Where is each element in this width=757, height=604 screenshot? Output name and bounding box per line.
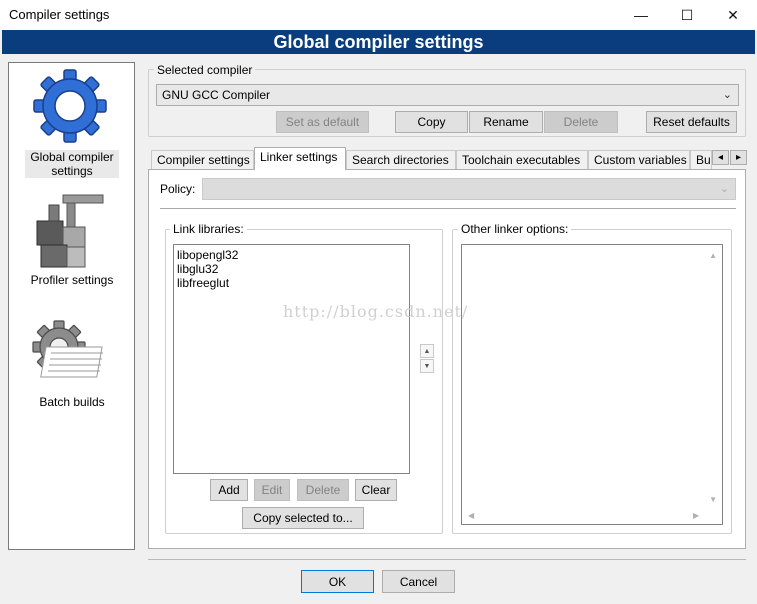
tab-compiler-settings[interactable]: Compiler settings <box>151 150 254 169</box>
selected-compiler-label: Selected compiler <box>154 63 256 77</box>
link-libraries-list[interactable]: libopengl32 libglu32 libfreeglut <box>173 244 410 474</box>
arrow-left-icon: ◂ <box>717 152 724 163</box>
move-up-button[interactable]: ▲ <box>420 344 434 358</box>
sidebar-item-global-compiler[interactable]: Global compiler settings <box>9 63 134 183</box>
minimize-button[interactable]: — <box>618 0 664 30</box>
cancel-button[interactable]: Cancel <box>382 570 455 593</box>
tab-custom-variables[interactable]: Custom variables <box>588 150 690 169</box>
edit-library-button[interactable]: Edit <box>254 479 290 501</box>
compiler-select[interactable]: GNU GCC Compiler ⌄ <box>156 84 739 106</box>
arrow-right-icon: ▸ <box>735 152 742 163</box>
other-linker-options-textarea[interactable]: ▲ ▼ ◀ ▶ <box>461 244 723 525</box>
chevron-down-icon: ⌄ <box>719 183 729 195</box>
watermark: http://blog.csdn.net/ <box>283 302 469 321</box>
move-down-button[interactable]: ▼ <box>420 359 434 373</box>
close-icon: ✕ <box>727 6 739 23</box>
policy-label: Policy: <box>160 182 196 196</box>
sidebar-item-label: Profiler settings <box>30 273 114 287</box>
title-bar: Compiler settings — ☐ ✕ <box>0 0 757 30</box>
profiler-icon <box>36 194 104 268</box>
tab-search-directories[interactable]: Search directories <box>346 150 456 169</box>
maximize-icon: ☐ <box>680 6 694 23</box>
rename-compiler-button[interactable]: Rename <box>469 111 543 133</box>
policy-select[interactable]: ⌄ <box>202 178 736 200</box>
other-linker-options-label: Other linker options: <box>458 222 572 236</box>
settings-category-list: Global compiler settings Profiler settin… <box>8 62 135 550</box>
sidebar-item-profiler[interactable]: Profiler settings <box>9 187 134 297</box>
divider <box>160 208 736 209</box>
reset-defaults-button[interactable]: Reset defaults <box>646 111 737 133</box>
tab-scroll-left-button[interactable]: ◂ <box>712 150 729 165</box>
delete-compiler-button[interactable]: Delete <box>544 111 618 133</box>
footer-divider <box>148 559 746 560</box>
link-libraries-label: Link libraries: <box>170 222 247 236</box>
list-item[interactable]: libglu32 <box>174 262 409 276</box>
clear-libraries-button[interactable]: Clear <box>355 479 397 501</box>
sidebar-item-label: Batch builds <box>39 395 105 409</box>
copy-selected-to-button[interactable]: Copy selected to... <box>242 507 364 529</box>
arrow-down-icon: ▼ <box>423 362 431 370</box>
copy-compiler-button[interactable]: Copy <box>395 111 468 133</box>
minimize-icon: — <box>634 7 648 23</box>
delete-library-button[interactable]: Delete <box>297 479 349 501</box>
maximize-button[interactable]: ☐ <box>664 0 710 30</box>
close-button[interactable]: ✕ <box>710 0 756 30</box>
arrow-up-icon: ▲ <box>423 347 431 355</box>
scroll-left-icon[interactable]: ◀ <box>468 511 474 520</box>
ok-button[interactable]: OK <box>301 570 374 593</box>
tab-toolchain-executables[interactable]: Toolchain executables <box>456 150 588 169</box>
list-item[interactable]: libfreeglut <box>174 276 409 290</box>
page-title: Global compiler settings <box>2 30 755 54</box>
tab-scroll-right-button[interactable]: ▸ <box>730 150 747 165</box>
scroll-up-icon[interactable]: ▲ <box>709 251 717 260</box>
batch-builds-icon <box>32 320 103 378</box>
tab-build-options[interactable]: Build options <box>690 150 712 169</box>
scroll-down-icon[interactable]: ▼ <box>709 495 717 504</box>
set-as-default-button[interactable]: Set as default <box>276 111 369 133</box>
window-title: Compiler settings <box>9 7 110 22</box>
chevron-down-icon: ⌄ <box>722 89 732 101</box>
add-library-button[interactable]: Add <box>210 479 248 501</box>
gear-icon <box>33 69 107 143</box>
list-item[interactable]: libopengl32 <box>174 248 409 262</box>
scroll-right-icon[interactable]: ▶ <box>693 511 699 520</box>
sidebar-item-batch-builds[interactable]: Batch builds <box>9 309 134 419</box>
compiler-select-value: GNU GCC Compiler <box>162 88 271 102</box>
sidebar-item-label: Global compiler settings <box>25 150 119 178</box>
tab-linker-settings[interactable]: Linker settings <box>254 147 346 170</box>
